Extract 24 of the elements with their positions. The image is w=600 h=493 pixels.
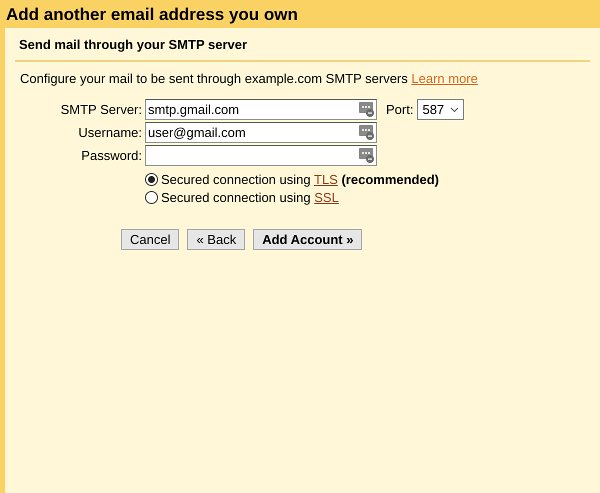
intro-text: Configure your mail to be sent through example.com SMTP servers Learn more <box>20 71 479 86</box>
add-account-button[interactable]: Add Account » <box>253 229 362 250</box>
port-select[interactable]: 587 <box>417 99 464 120</box>
field-label: SMTP Server: <box>60 102 142 117</box>
chevron-down-icon <box>450 106 460 112</box>
field-label: Username: <box>77 125 142 140</box>
section-title: Send mail through your SMTP server <box>15 28 590 62</box>
radio-button[interactable] <box>145 173 158 186</box>
text-field[interactable]: user@gmail.com <box>145 122 377 143</box>
text-field[interactable]: smtp.gmail.com <box>145 99 377 120</box>
dialog-button[interactable]: « Back <box>187 229 246 250</box>
radio-label: Secured connection using TLS (recommended) <box>161 172 439 187</box>
protocol-link[interactable]: TLS <box>314 172 338 187</box>
dialog-title: Add another email address you own <box>5 4 299 26</box>
password-field[interactable] <box>145 145 377 166</box>
password-manager-icon[interactable] <box>359 147 375 163</box>
port-label: Port: <box>386 102 414 117</box>
radio-button[interactable] <box>145 191 158 204</box>
protocol-link[interactable]: SSL <box>314 190 339 205</box>
password-manager-icon[interactable] <box>359 124 375 140</box>
dialog-button[interactable]: Cancel <box>121 229 180 250</box>
field-label: Password: <box>80 148 142 163</box>
password-manager-icon[interactable] <box>359 101 375 117</box>
radio-label: Secured connection using SSL <box>161 190 339 205</box>
